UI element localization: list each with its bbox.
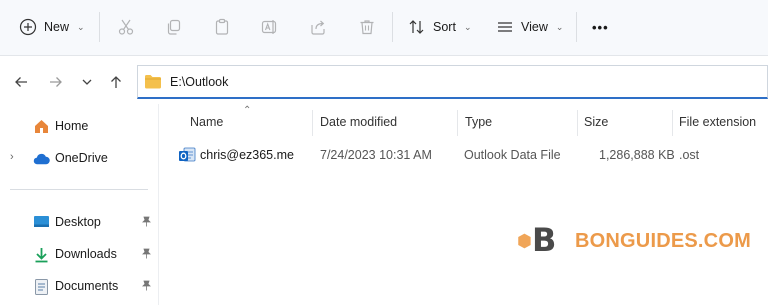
plus-circle-icon [19, 18, 37, 36]
view-button[interactable]: View ⌄ [496, 10, 563, 44]
chevron-down-icon: ⌄ [555, 21, 564, 32]
sidebar-item-label: Desktop [55, 215, 101, 229]
column-header-size[interactable]: Size [584, 115, 608, 133]
pin-icon[interactable] [141, 280, 152, 294]
new-label: New [44, 20, 70, 34]
cloud-icon [33, 150, 50, 167]
sidebar-item-label: Downloads [55, 247, 117, 261]
address-bar[interactable]: E:\Outlook [137, 65, 768, 99]
sidebar-item-home[interactable]: Home [0, 112, 160, 140]
sidebar-item-onedrive[interactable]: › OneDrive [0, 144, 160, 172]
arrow-up-icon [111, 76, 121, 88]
column-header-type[interactable]: Type [465, 115, 492, 133]
sidebar-item-label: Home [55, 119, 89, 133]
pin-icon[interactable] [141, 216, 152, 230]
scissors-icon [118, 19, 134, 35]
sidebar-divider [10, 189, 148, 190]
sidebar-item-documents[interactable]: Documents [0, 272, 160, 300]
copy-button[interactable] [165, 10, 183, 44]
navigation-pane: Home › OneDrive Desktop Downloads Docume… [0, 104, 160, 305]
chevron-down-icon [82, 79, 92, 85]
column-header-file-extension[interactable]: File extension [679, 115, 756, 133]
sidebar-item-downloads[interactable]: Downloads [0, 240, 160, 268]
sidebar-item-desktop[interactable]: Desktop [0, 208, 160, 236]
file-extension: .ost [679, 148, 700, 162]
share-button[interactable] [309, 10, 327, 44]
more-options-button[interactable]: ••• [592, 10, 609, 44]
clipboard-icon [215, 18, 229, 35]
file-row[interactable]: chris@ez365.me 7/24/2023 10:31 AM Outloo… [170, 143, 768, 167]
sort-icon [409, 20, 424, 34]
rename-button[interactable] [261, 10, 279, 44]
forward-button[interactable] [45, 70, 67, 94]
paste-button[interactable] [213, 10, 231, 44]
sort-button[interactable]: Sort ⌄ [408, 10, 471, 44]
chevron-down-icon: ⌄ [463, 21, 472, 32]
file-name[interactable]: chris@ez365.me [200, 148, 294, 162]
toolbar-divider [99, 12, 100, 42]
column-separator[interactable] [457, 110, 458, 136]
folder-icon [145, 75, 161, 89]
more-options-icon: ••• [592, 19, 609, 35]
sort-label: Sort [433, 20, 456, 34]
pane-divider[interactable] [158, 104, 159, 305]
toolbar-divider [576, 12, 577, 42]
copy-icon [167, 19, 181, 35]
back-button[interactable] [10, 70, 32, 94]
arrow-left-icon [15, 77, 27, 87]
chevron-right-icon[interactable]: › [10, 151, 14, 163]
view-list-icon [498, 22, 512, 32]
share-icon [311, 20, 325, 35]
column-separator[interactable] [672, 110, 673, 136]
cut-button[interactable] [117, 10, 135, 44]
recent-locations-button[interactable] [76, 70, 98, 94]
column-separator[interactable] [577, 110, 578, 136]
chevron-down-icon: ⌄ [77, 21, 85, 32]
address-path[interactable]: E:\Outlook [170, 75, 228, 89]
outlook-data-file-icon [178, 146, 196, 167]
command-bar: New ⌄ Sort ⌄ View ⌄ ••• [0, 0, 768, 56]
column-separator[interactable] [312, 110, 313, 136]
pin-icon[interactable] [141, 248, 152, 262]
file-size: 1,286,888 KB [599, 148, 675, 162]
trash-icon [360, 20, 374, 35]
sidebar-item-label: Documents [55, 279, 119, 293]
download-icon [33, 246, 50, 263]
delete-button[interactable] [358, 10, 376, 44]
up-button[interactable] [105, 70, 127, 94]
home-icon [33, 118, 50, 135]
rename-icon [261, 20, 277, 34]
new-button[interactable]: New ⌄ [19, 10, 85, 44]
file-date-modified: 7/24/2023 10:31 AM [320, 148, 432, 162]
file-type: Outlook Data File [464, 148, 561, 162]
column-header-date-modified[interactable]: Date modified [320, 115, 397, 133]
column-header-name[interactable]: Name [190, 115, 223, 133]
sort-ascending-icon: ⌃ [243, 105, 252, 116]
watermark-letter: B [532, 221, 557, 259]
watermark-text: BONGUIDES.COM [575, 230, 751, 252]
document-icon [33, 278, 50, 295]
sidebar-item-label: OneDrive [55, 151, 108, 165]
arrow-right-icon [50, 77, 62, 87]
toolbar-divider [392, 12, 393, 42]
view-label: View [521, 20, 548, 34]
desktop-icon [33, 214, 50, 231]
